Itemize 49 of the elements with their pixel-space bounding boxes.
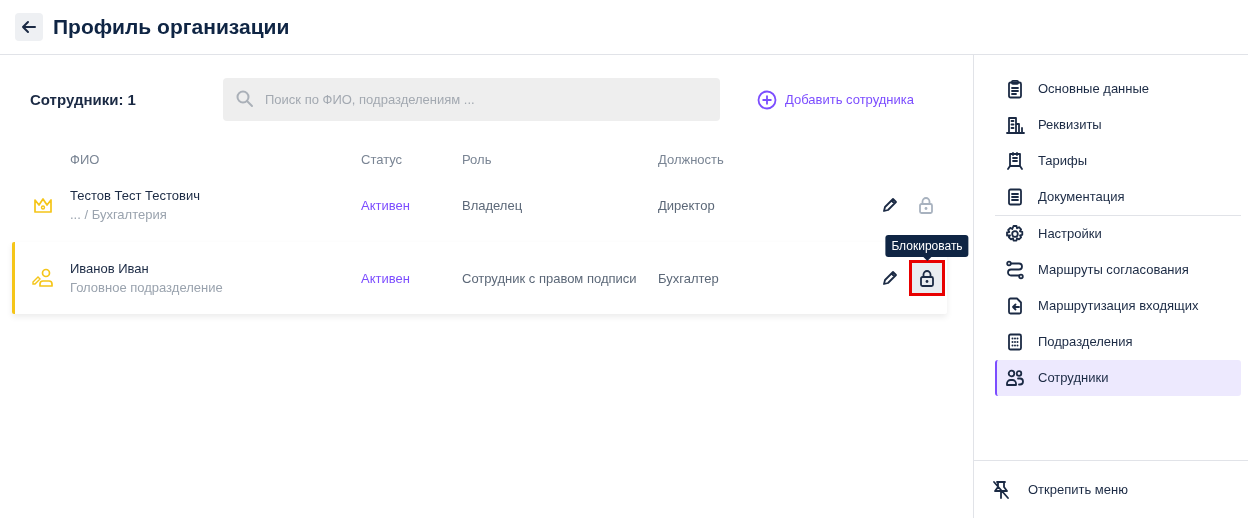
sidebar-item[interactable]: Маршрутизация входящих [995, 288, 1241, 324]
sidebar-item[interactable]: Реквизиты [995, 107, 1241, 143]
department-text: ... / Бухгалтерия [70, 207, 168, 222]
sidebar-item[interactable]: Тарифы [995, 143, 1241, 179]
pencil-icon [881, 196, 899, 214]
pencil-icon [881, 269, 899, 287]
sidebar-item[interactable]: Основные данные [995, 71, 1241, 107]
lock-icon [918, 196, 934, 214]
incoming-icon [1005, 296, 1025, 316]
stand-icon [1005, 151, 1025, 171]
status-text: Активен [361, 270, 411, 286]
person-pen-icon [30, 267, 55, 289]
route-icon [1005, 260, 1025, 280]
back-arrow-icon [20, 18, 38, 36]
back-button[interactable] [15, 13, 43, 41]
building-icon [1005, 115, 1025, 135]
column-header: ФИО [70, 152, 101, 167]
column-header: Роль [462, 152, 493, 167]
employee-name: Иванов Иван [70, 261, 150, 276]
block-button[interactable] [910, 261, 944, 295]
employee-row[interactable]: Тестов Тест Тестович ... / Бухгалтерия Активен Владелец Директор [12, 176, 947, 234]
add-employee-button[interactable]: Добавить сотрудника [757, 89, 914, 110]
position-text: Бухгалтер [658, 270, 720, 286]
department-text: Головное подразделение [70, 280, 224, 295]
employees-count: Сотрудники: 1 [29, 91, 137, 108]
column-header: Должность [658, 152, 725, 167]
search-icon [235, 89, 255, 109]
document-icon [1005, 187, 1025, 207]
position-text: Директор [658, 197, 716, 213]
unpin-icon [991, 479, 1011, 500]
sidebar-item[interactable]: Подразделения [995, 324, 1241, 360]
page-title: Профиль организации [53, 15, 290, 39]
column-header: Статус [361, 152, 404, 167]
sidebar-item[interactable]: Документация [995, 179, 1241, 215]
users-icon [1005, 368, 1025, 388]
role-text: Сотрудник с правом подписи [462, 270, 638, 286]
plus-circle-icon [757, 89, 777, 110]
employee-name: Тестов Тест Тестович [70, 188, 201, 203]
clipboard-icon [1005, 79, 1025, 99]
search-field[interactable]: Поиск по ФИО, подразделениям ... [223, 78, 720, 121]
sidebar-item[interactable]: Сотрудники [995, 360, 1241, 396]
lock-icon [919, 269, 935, 287]
gear-icon [1005, 224, 1025, 244]
status-text: Активен [361, 197, 411, 213]
role-text: Владелец [462, 197, 524, 213]
grid-icon [1005, 332, 1025, 352]
sidebar-item[interactable]: Настройки [995, 216, 1241, 252]
sidebar-item[interactable]: Маршруты согласования [995, 252, 1241, 288]
unpin-menu-button[interactable]: Открепить меню [974, 460, 1248, 518]
